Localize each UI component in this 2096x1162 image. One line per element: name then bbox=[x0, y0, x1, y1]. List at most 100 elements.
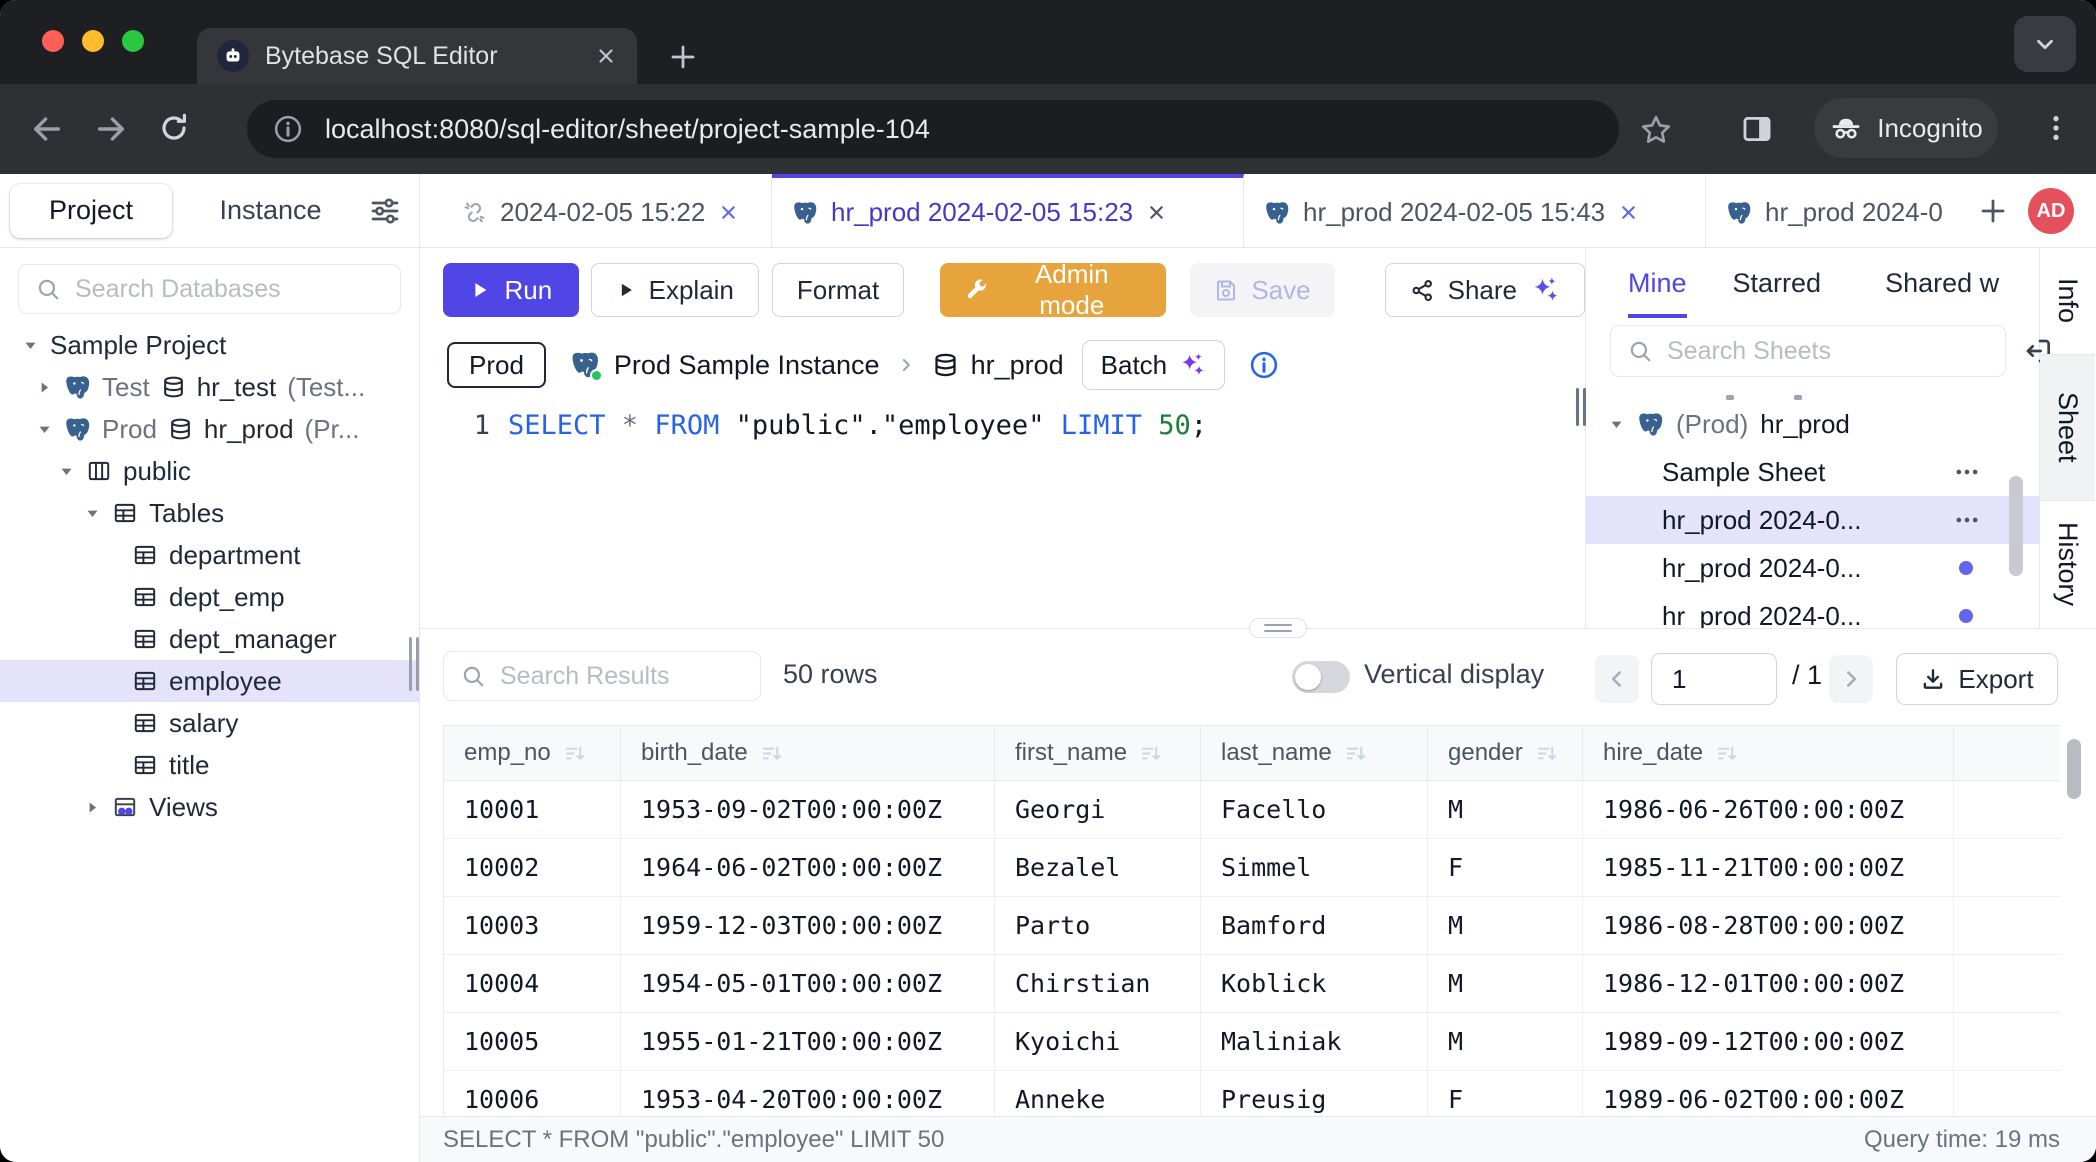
database-name[interactable]: hr_prod bbox=[971, 350, 1064, 381]
cell[interactable]: 1954-05-01T00:00:00Z bbox=[621, 955, 995, 1012]
tree-item-table-employee[interactable]: employee bbox=[0, 660, 419, 702]
cell[interactable]: Georgi bbox=[995, 781, 1201, 838]
editor-tab-3[interactable]: hr_prod 2024-02-05 15:43 bbox=[1244, 174, 1706, 247]
sheet-item-sample-sheet[interactable]: Sample Sheet bbox=[1586, 448, 2039, 496]
caret-right-icon[interactable] bbox=[84, 799, 101, 816]
cell[interactable]: Parto bbox=[995, 897, 1201, 954]
sort-icon[interactable] bbox=[563, 742, 586, 765]
tab-search-button[interactable] bbox=[2014, 16, 2076, 72]
caret-down-icon[interactable] bbox=[84, 505, 101, 522]
tree-item-table-dept-emp[interactable]: dept_emp bbox=[0, 576, 419, 618]
cell[interactable]: 10001 bbox=[444, 781, 621, 838]
rail-tab-history[interactable]: History bbox=[2040, 501, 2095, 628]
table-row[interactable]: 100041954-05-01T00:00:00ZChirstianKoblic… bbox=[444, 955, 2060, 1013]
cell[interactable]: 1989-09-12T00:00:00Z bbox=[1583, 1013, 1954, 1070]
tree-item-hr-test[interactable]: Test hr_test (Test... bbox=[0, 366, 419, 408]
tree-item-project[interactable]: Sample Project bbox=[0, 324, 419, 366]
page-number-input[interactable] bbox=[1651, 653, 1777, 705]
browser-menu-icon[interactable] bbox=[2040, 112, 2072, 144]
tree-item-table-dept-manager[interactable]: dept_manager bbox=[0, 618, 419, 660]
cell[interactable]: Maliniak bbox=[1201, 1013, 1428, 1070]
caret-down-icon[interactable] bbox=[1608, 416, 1625, 433]
forward-icon[interactable] bbox=[94, 112, 128, 146]
tree-item-table-department[interactable]: department bbox=[0, 534, 419, 576]
tree-item-hr-prod[interactable]: Prod hr_prod (Pr... bbox=[0, 408, 419, 450]
cell[interactable]: Preusig bbox=[1201, 1071, 1428, 1116]
sheet-group-hr-prod[interactable]: (Prod) hr_prod bbox=[1586, 400, 2039, 448]
maximize-window-button[interactable] bbox=[122, 30, 144, 52]
column-header-first-name[interactable]: first_name bbox=[995, 726, 1201, 780]
sort-icon[interactable] bbox=[1715, 742, 1738, 765]
sidebar-resize-handle[interactable] bbox=[409, 637, 419, 691]
connection-info-icon[interactable] bbox=[1249, 350, 1279, 380]
tree-item-views-group[interactable]: Views bbox=[0, 786, 419, 828]
sort-icon[interactable] bbox=[760, 742, 783, 765]
cell[interactable]: Bamford bbox=[1201, 897, 1428, 954]
cell[interactable]: Facello bbox=[1201, 781, 1428, 838]
sql-editor[interactable]: 1 SELECT * FROM "public"."employee" LIMI… bbox=[420, 398, 1585, 628]
cell[interactable]: Simmel bbox=[1201, 839, 1428, 896]
results-resize-handle[interactable] bbox=[1249, 618, 1307, 638]
instance-name[interactable]: Prod Sample Instance bbox=[614, 350, 880, 381]
sheet-item-current[interactable]: hr_prod 2024-0... bbox=[1586, 496, 2039, 544]
sheet-search-input[interactable] bbox=[1667, 337, 1989, 366]
add-sheet-icon[interactable] bbox=[1978, 196, 2008, 226]
share-button[interactable]: Share bbox=[1385, 263, 1585, 317]
column-header-emp-no[interactable]: emp_no bbox=[444, 726, 621, 780]
caret-down-icon[interactable] bbox=[36, 421, 53, 438]
table-row[interactable]: 100011953-09-02T00:00:00ZGeorgiFacelloM1… bbox=[444, 781, 2060, 839]
back-icon[interactable] bbox=[30, 112, 64, 146]
results-search-input[interactable] bbox=[500, 662, 744, 691]
sheet-item-unsaved[interactable]: hr_prod 2024-0... bbox=[1586, 544, 2039, 592]
tree-item-schema-public[interactable]: public bbox=[0, 450, 419, 492]
cell[interactable]: 1953-09-02T00:00:00Z bbox=[621, 781, 995, 838]
rail-tab-sheet[interactable]: Sheet bbox=[2040, 355, 2095, 501]
editor-tab-4[interactable]: hr_prod 2024-0 bbox=[1706, 174, 1964, 247]
browser-tab[interactable]: Bytebase SQL Editor bbox=[197, 28, 637, 84]
site-info-icon[interactable] bbox=[273, 114, 303, 144]
close-tab-icon[interactable] bbox=[595, 45, 617, 67]
editor-tab-2-active[interactable]: hr_prod 2024-02-05 15:23 bbox=[772, 174, 1244, 247]
cell[interactable]: M bbox=[1428, 897, 1583, 954]
cell[interactable]: M bbox=[1428, 1013, 1583, 1070]
tree-item-table-title[interactable]: title bbox=[0, 744, 419, 786]
sheet-search[interactable] bbox=[1610, 325, 2006, 377]
column-header-hire-date[interactable]: hire_date bbox=[1583, 726, 1954, 780]
close-icon[interactable] bbox=[718, 202, 739, 223]
sort-icon[interactable] bbox=[1344, 742, 1367, 765]
sheet-list-scrollbar[interactable] bbox=[2009, 476, 2023, 576]
next-page-button[interactable] bbox=[1829, 655, 1873, 703]
cell[interactable]: 10003 bbox=[444, 897, 621, 954]
close-icon[interactable] bbox=[1146, 202, 1167, 223]
cell[interactable]: Kyoichi bbox=[995, 1013, 1201, 1070]
filter-settings-icon[interactable] bbox=[369, 195, 401, 227]
cell[interactable]: Anneke bbox=[995, 1071, 1201, 1116]
tab-mine[interactable]: Mine bbox=[1628, 248, 1687, 318]
cell[interactable]: Bezalel bbox=[995, 839, 1201, 896]
table-row-clipped[interactable]: 100061953-04-20T00:00:00ZAnnekePreusigF1… bbox=[444, 1071, 2060, 1116]
cell[interactable]: 1985-11-21T00:00:00Z bbox=[1583, 839, 1954, 896]
close-icon[interactable] bbox=[1618, 202, 1639, 223]
tab-project[interactable]: Project bbox=[10, 184, 172, 238]
cell[interactable]: 1989-06-02T00:00:00Z bbox=[1583, 1071, 1954, 1116]
batch-button[interactable]: Batch bbox=[1082, 340, 1226, 390]
cell[interactable]: M bbox=[1428, 781, 1583, 838]
tab-starred[interactable]: Starred bbox=[1733, 248, 1822, 318]
cell[interactable]: 10005 bbox=[444, 1013, 621, 1070]
close-window-button[interactable] bbox=[42, 30, 64, 52]
caret-down-icon[interactable] bbox=[58, 463, 75, 480]
sort-icon[interactable] bbox=[1535, 742, 1558, 765]
tree-item-table-salary[interactable]: salary bbox=[0, 702, 419, 744]
database-search[interactable] bbox=[18, 264, 401, 314]
tab-instance[interactable]: Instance bbox=[172, 195, 369, 226]
run-button[interactable]: Run bbox=[443, 263, 579, 317]
column-header-gender[interactable]: gender bbox=[1428, 726, 1583, 780]
cell[interactable]: 10004 bbox=[444, 955, 621, 1012]
cell[interactable]: F bbox=[1428, 839, 1583, 896]
bookmark-star-icon[interactable] bbox=[1638, 112, 1674, 148]
new-tab-icon[interactable] bbox=[668, 42, 698, 72]
format-button[interactable]: Format bbox=[772, 263, 904, 317]
more-menu-icon[interactable] bbox=[1953, 458, 1981, 486]
rail-tab-info[interactable]: Info bbox=[2040, 248, 2095, 355]
caret-down-icon[interactable] bbox=[22, 337, 39, 354]
